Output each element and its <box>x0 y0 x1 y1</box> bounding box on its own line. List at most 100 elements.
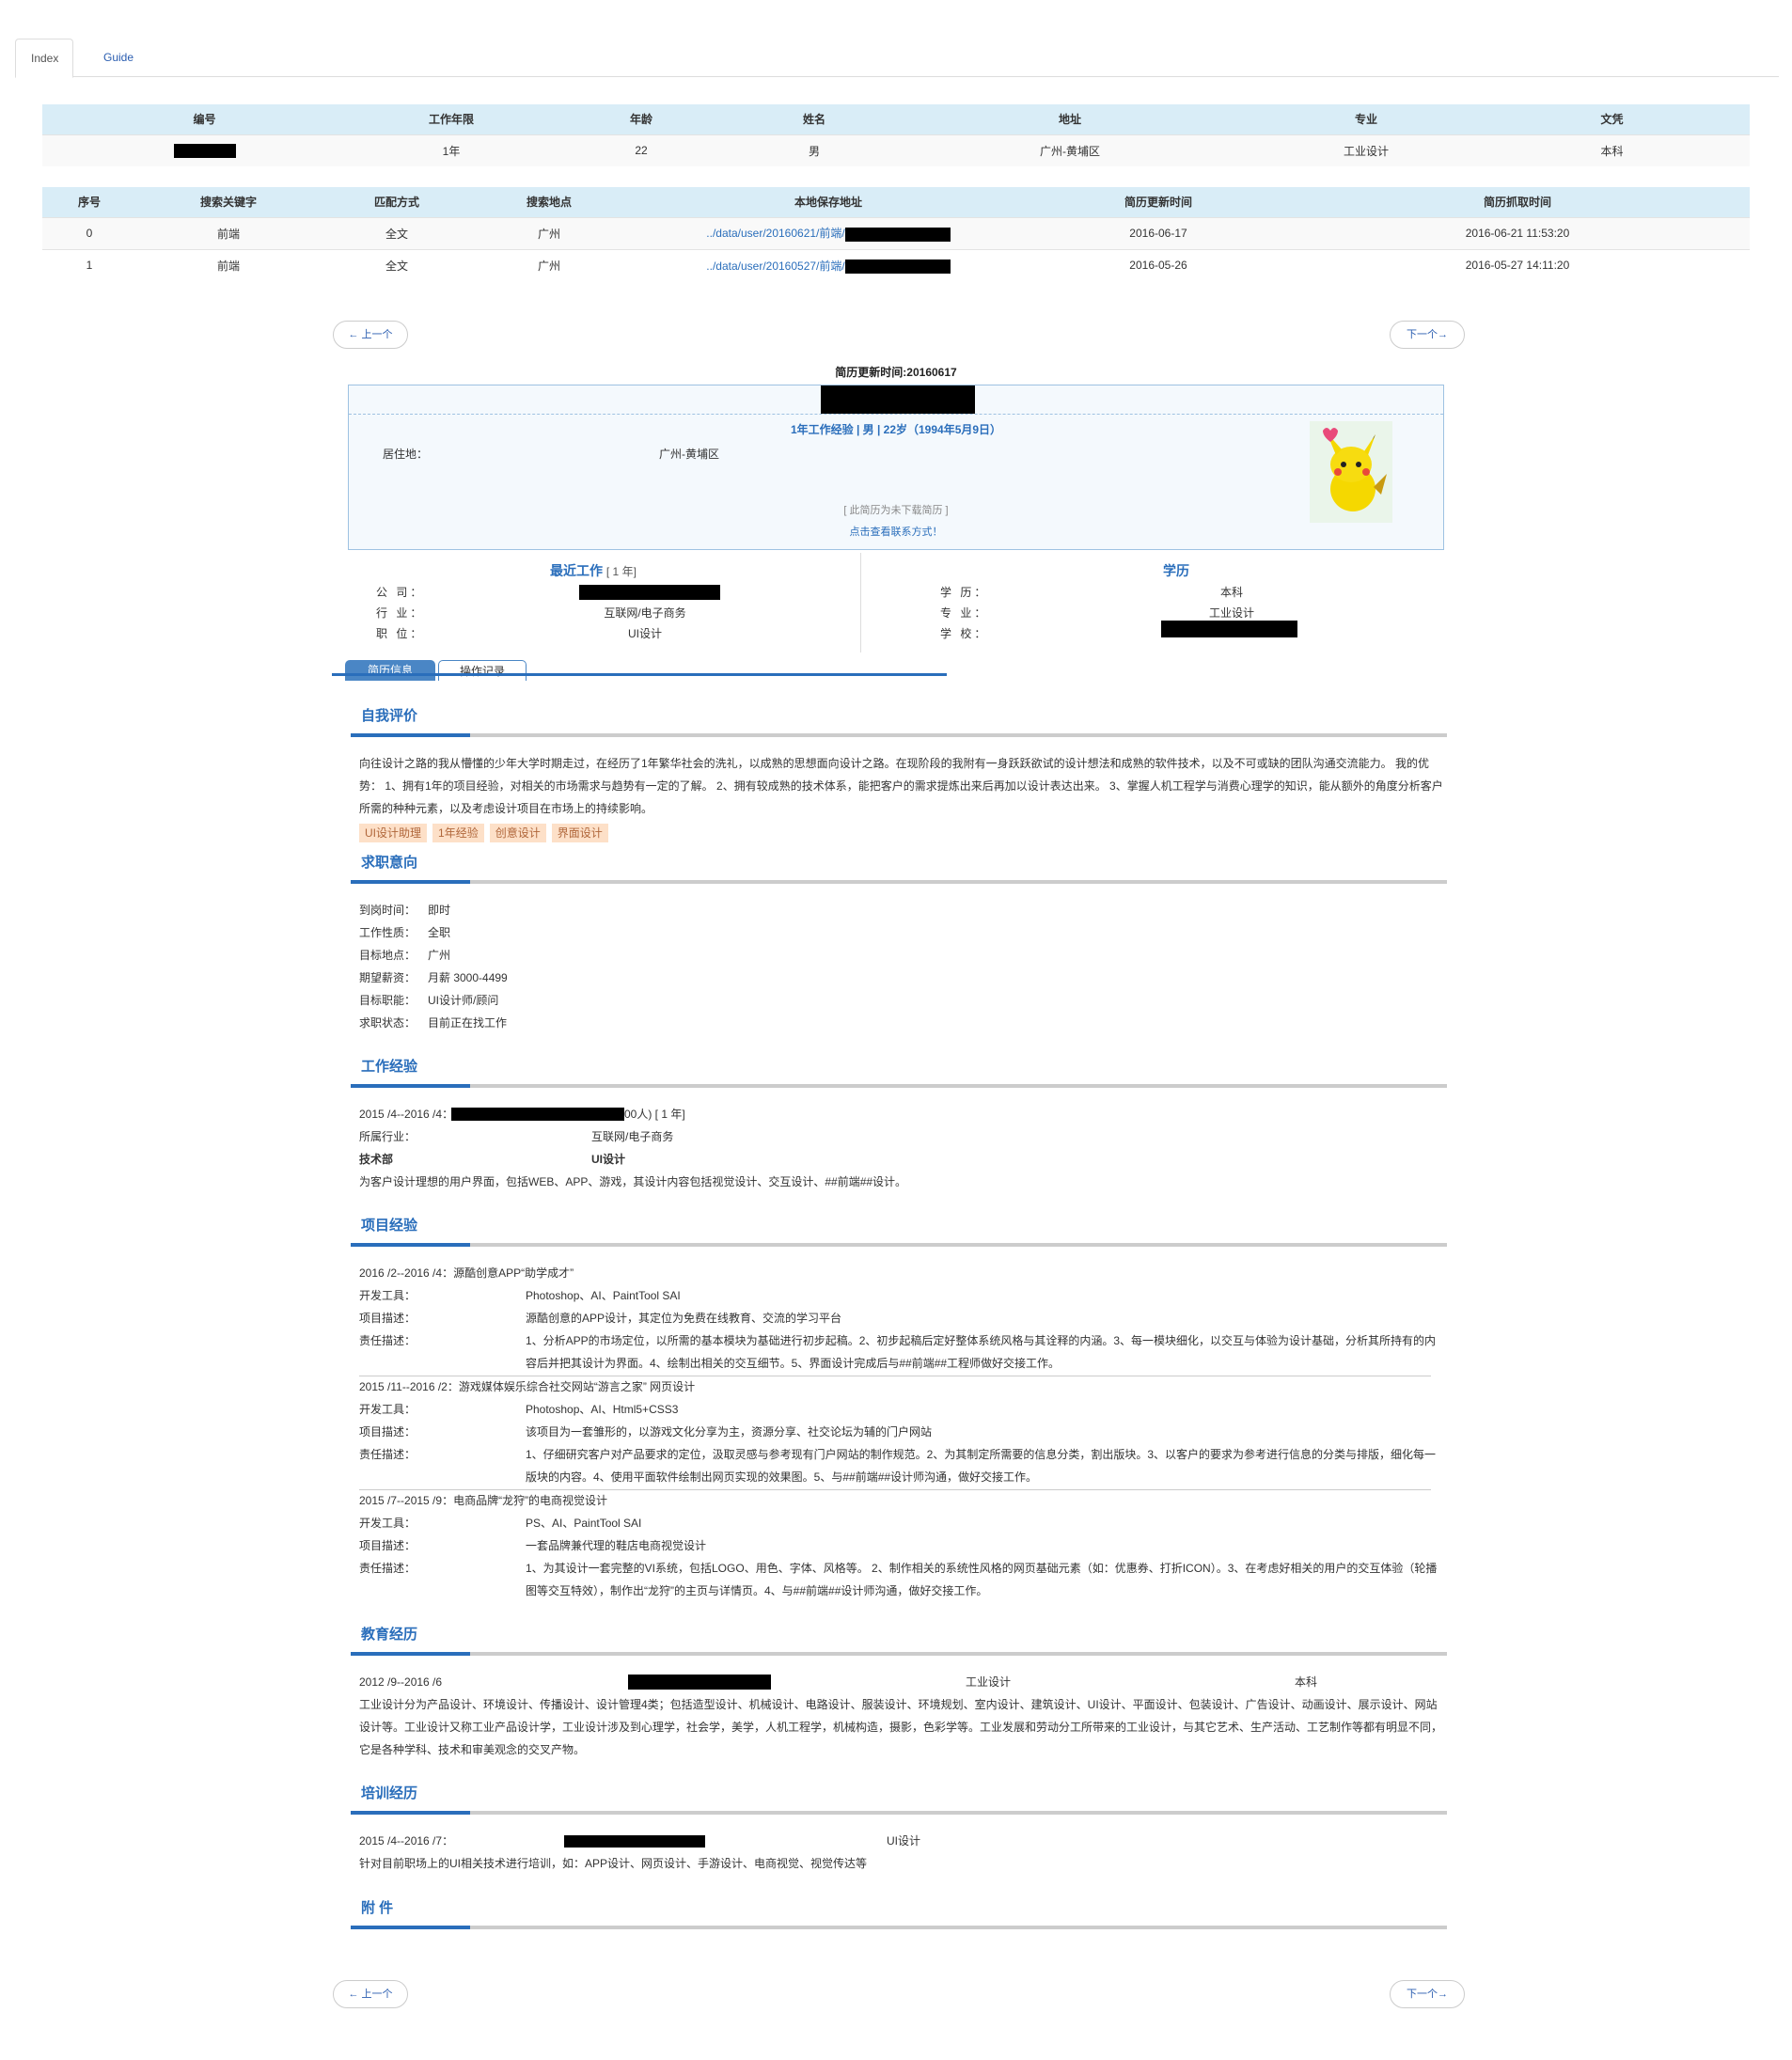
project-desc: 该项目为一套雏形的，以游戏文化分享为主，资源分享、社交论坛为辅的门户网站 <box>526 1425 933 1439</box>
column-divider <box>860 553 861 653</box>
cell: 1 <box>42 248 136 281</box>
resume-updated-time: 简历更新时间:20160617 <box>835 366 957 379</box>
cell: 广州 <box>473 216 625 249</box>
redacted-institution <box>564 1835 705 1848</box>
section-bar <box>351 1652 1447 1656</box>
col-header: 搜索关键字 <box>136 187 321 217</box>
tab-resume-info[interactable]: 简历信息 <box>345 660 435 681</box>
candidate-summary-table: 编号 工作年限 年龄 姓名 地址 专业 文凭 1年 22 男 广州-黄埔区 工业… <box>42 104 1750 166</box>
degree-value: 本科 <box>1219 586 1243 599</box>
local-path-link[interactable]: ../data/user/20160527/前端/ <box>706 259 844 273</box>
project-tools: Photoshop、AI、PaintTool SAI <box>526 1289 681 1302</box>
major-label: 专 业： <box>940 606 989 620</box>
resume-summary: 1年工作经验 | 男 | 22岁（1994年5月9日） <box>790 423 1002 436</box>
top-nav-tabs: Index Guide <box>15 39 1779 78</box>
project-duty: 1、为其设计一套完整的VI系统，包括LOGO、用色、字体、风格等。 2、制作相关… <box>526 1562 1438 1575</box>
col-header: 简历抓取时间 <box>1285 187 1750 217</box>
search-records-table: 序号 搜索关键字 匹配方式 搜索地点 本地保存地址 简历更新时间 简历抓取时间 … <box>42 187 1750 281</box>
self-eval-line: 向往设计之路的我从懵懂的少年大学时期走过，在经历了1年繁华社会的洗礼，以成熟的思… <box>359 757 1430 770</box>
work-company-size: 00人) [ 1 年] <box>624 1108 685 1121</box>
redacted-company <box>579 585 720 600</box>
section-self-eval-title: 自我评价 <box>361 708 418 724</box>
cell: 2016-05-26 <box>1031 248 1285 281</box>
next-button[interactable]: 下一个→ <box>1390 321 1465 349</box>
redacted-school <box>1161 621 1297 637</box>
degree-label: 学 历： <box>940 586 989 599</box>
section-bar <box>351 880 1447 884</box>
work-industry-value: 互联网/电子商务 <box>591 1130 674 1143</box>
intention-label: 工作性质： <box>359 926 417 939</box>
residence-label: 居住地： <box>383 448 429 461</box>
edu-period: 2012 /9--2016 /6 <box>359 1675 443 1689</box>
col-header: 文凭 <box>1474 104 1750 134</box>
col-header: 本地保存地址 <box>625 187 1031 217</box>
intention-value: 目前正在找工作 <box>428 1016 508 1030</box>
tab-underline <box>332 673 947 676</box>
education-title: 学历 <box>1163 563 1189 578</box>
project-tools: Photoshop、AI、Html5+CSS3 <box>526 1403 679 1416</box>
next-button[interactable]: 下一个→ <box>1390 1980 1465 2008</box>
col-header: 匹配方式 <box>321 187 473 217</box>
section-bar <box>351 1926 1447 1929</box>
training-desc: 针对目前职场上的UI相关技术进行培训，如：APP设计、网页设计、手游设计、电商视… <box>359 1857 868 1870</box>
redacted-block <box>173 143 236 158</box>
cell: 工业设计 <box>1258 134 1474 166</box>
cell: 2016-06-21 11:53:20 <box>1285 216 1750 249</box>
intention-value: 即时 <box>428 904 451 917</box>
intention-value: 全职 <box>428 926 451 939</box>
prev-button[interactable]: ← 上一个 <box>333 321 408 349</box>
redacted-company <box>451 1108 624 1121</box>
project-duty: 1、仔细研究客户对产品要求的定位，汲取灵感与参考现有门户网站的制作规范。2、为其… <box>526 1448 1437 1461</box>
project-tools-label: 开发工具： <box>359 1403 417 1416</box>
project-desc: 一套品牌兼代理的鞋店电商视觉设计 <box>526 1539 707 1552</box>
table-row: 1年 22 男 广州-黄埔区 工业设计 本科 <box>42 134 1750 166</box>
project-desc-label: 项目描述： <box>359 1312 417 1325</box>
project-desc-label: 项目描述： <box>359 1425 417 1439</box>
major-value: 工业设计 <box>1208 606 1254 620</box>
resume-header-box: 1年工作经验 | 男 | 22岁（1994年5月9日） 居住地： 广州-黄埔区 … <box>348 385 1444 550</box>
cell-id <box>42 134 367 166</box>
table-header-row: 序号 搜索关键字 匹配方式 搜索地点 本地保存地址 简历更新时间 简历抓取时间 <box>42 187 1750 217</box>
redacted-block <box>844 259 951 274</box>
col-header: 搜索地点 <box>473 187 625 217</box>
intention-label: 期望薪资： <box>359 971 417 984</box>
col-header: 地址 <box>882 104 1258 134</box>
position-label: 职 位： <box>376 627 425 640</box>
view-contact-link[interactable]: 点击查看联系方式！ <box>349 524 1443 539</box>
intention-value: 广州 <box>428 949 451 962</box>
edu-desc-line: 工业设计分为产品设计、环境设计、传播设计、设计管理4类；包括造型设计、机械设计、… <box>359 1698 1438 1711</box>
cell-path: ../data/user/20160527/前端/ <box>625 248 1031 281</box>
section-attachment-title: 附 件 <box>361 1900 394 1916</box>
intention-value: 月薪 3000-4499 <box>428 971 508 984</box>
col-header: 工作年限 <box>367 104 536 134</box>
tab-index[interactable]: Index <box>15 39 73 78</box>
cell: 广州 <box>473 248 625 281</box>
recent-job-title: 最近工作 [ 1 年] <box>550 561 637 580</box>
cell: 2016-06-17 <box>1031 216 1285 249</box>
cell: 22 <box>536 134 747 166</box>
divider <box>349 414 1443 415</box>
self-eval-line: 势： 1、拥有1年的项目经验，对相关的市场需求与趋势有一定的了解。 2、拥有较成… <box>359 779 1443 793</box>
recent-job-years: [ 1 年] <box>605 565 637 578</box>
tab-guide[interactable]: Guide <box>88 39 149 77</box>
skill-tag: 1年经验 <box>432 824 484 842</box>
col-header: 编号 <box>42 104 367 134</box>
industry-label: 行 业： <box>376 606 425 620</box>
cell: 本科 <box>1474 134 1750 166</box>
project-duty: 容后并把其设计为界面。4、绘制出相关的交互细节。5、界面设计完成后与##前端##… <box>526 1357 1061 1370</box>
pikachu-avatar-icon <box>1310 421 1392 523</box>
work-role: UI设计 <box>591 1153 626 1166</box>
redacted-school <box>628 1675 771 1690</box>
company-label: 公 司： <box>376 586 425 599</box>
local-path-link[interactable]: ../data/user/20160621/前端/ <box>706 227 844 240</box>
redacted-name <box>821 385 975 414</box>
tab-operation-log[interactable]: 操作记录 <box>438 660 527 681</box>
intention-label: 到岗时间： <box>359 904 417 917</box>
section-projects-title: 项目经验 <box>361 1218 418 1234</box>
table-header-row: 编号 工作年限 年龄 姓名 地址 专业 文凭 <box>42 104 1750 134</box>
edu-degree: 本科 <box>1295 1675 1318 1689</box>
industry-value: 互联网/电子商务 <box>604 606 686 620</box>
project-head: 2015 /11--2016 /2：游戏媒体娱乐综合社交网站“游言之家” 网页设… <box>359 1380 696 1393</box>
prev-button[interactable]: ← 上一个 <box>333 1980 408 2008</box>
cell: 全文 <box>321 216 473 249</box>
